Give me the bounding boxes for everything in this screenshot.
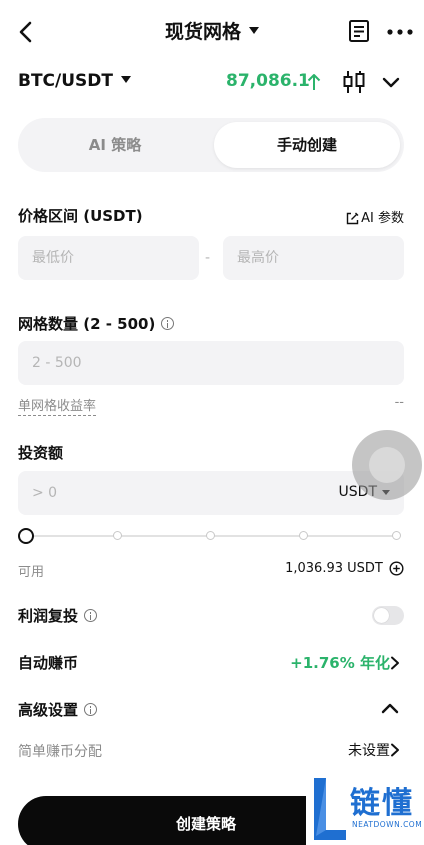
chevron-down-icon[interactable]: [380, 72, 402, 94]
caret-down-icon: [249, 27, 259, 34]
available-label: 可用: [18, 565, 45, 580]
grid-yield-label-text: 单网格收益率: [18, 399, 97, 416]
candlestick-icon[interactable]: [342, 69, 366, 95]
max-price-input[interactable]: 最高价: [223, 236, 404, 280]
last-price: 87,086.1: [226, 71, 310, 91]
edit-icon: [346, 212, 359, 225]
auto-earn-value[interactable]: +1.76% 年化: [290, 652, 390, 673]
available-value: 1,036.93 USDT: [285, 561, 383, 576]
pair-selector[interactable]: BTC/USDT: [18, 71, 131, 91]
watermark-en: NEATDOWN.COM: [352, 820, 423, 829]
simple-earn-label: 简单赚币分配: [18, 744, 102, 760]
logo-mark-icon: [314, 778, 346, 840]
available-balance: 1,036.93 USDT: [285, 561, 404, 576]
grid-count-label: 网格数量 (2 - 500): [18, 313, 175, 334]
pair-bar: BTC/USDT 87,086.1: [0, 66, 424, 102]
slider-step-100[interactable]: [392, 531, 401, 540]
min-price-input[interactable]: 最低价: [18, 236, 199, 280]
chevron-up-icon[interactable]: [380, 700, 400, 716]
grid-count-label-text: 网格数量 (2 - 500): [18, 315, 156, 333]
add-circle-icon[interactable]: [389, 561, 404, 576]
price-range-label: 价格区间 (USDT): [18, 207, 143, 225]
strategy-mode-switch: AI 策略 手动创建: [18, 118, 404, 172]
pair-symbol: BTC/USDT: [18, 71, 113, 91]
investment-label: 投资额: [18, 444, 64, 462]
tab-manual-create[interactable]: 手动创建: [214, 122, 400, 168]
info-icon[interactable]: [161, 317, 175, 330]
profit-reinvest-label: 利润复投: [18, 605, 98, 626]
info-icon[interactable]: [84, 703, 98, 716]
document-icon[interactable]: [348, 19, 370, 43]
ai-param-link[interactable]: AI 参数: [346, 207, 404, 226]
floating-touch-button[interactable]: [352, 430, 422, 500]
chevron-right-icon[interactable]: [390, 743, 400, 757]
page-title: 现货网格: [164, 21, 241, 43]
grid-yield-label[interactable]: 单网格收益率: [18, 395, 97, 416]
profit-reinvest-text: 利润复投: [18, 607, 79, 625]
advanced-settings-label: 高级设置: [18, 699, 98, 720]
chevron-right-icon[interactable]: [390, 656, 400, 670]
ai-param-label: AI 参数: [361, 211, 404, 226]
profit-reinvest-toggle[interactable]: [372, 606, 404, 625]
info-icon[interactable]: [84, 609, 98, 622]
watermark-cn: 链懂: [350, 786, 414, 821]
range-separator: -: [205, 250, 211, 266]
auto-earn-label: 自动赚币: [18, 654, 79, 672]
more-icon[interactable]: [386, 22, 414, 42]
slider-step-50[interactable]: [206, 531, 215, 540]
investment-slider-handle[interactable]: [18, 528, 34, 544]
slider-step-75[interactable]: [299, 531, 308, 540]
caret-down-icon: [121, 75, 131, 83]
grid-yield-value: --: [394, 395, 404, 410]
watermark-logo: 链懂 NEATDOWN.COM: [306, 772, 424, 845]
create-strategy-label: 创建策略: [175, 815, 236, 833]
grid-count-input[interactable]: 2 - 500: [18, 341, 404, 385]
advanced-settings-text: 高级设置: [18, 701, 79, 719]
simple-earn-value[interactable]: 未设置: [348, 740, 390, 760]
tab-ai-strategy[interactable]: AI 策略: [22, 122, 208, 168]
arrow-up-icon: [307, 74, 321, 90]
top-bar: 现货网格: [0, 0, 424, 64]
slider-step-25[interactable]: [113, 531, 122, 540]
